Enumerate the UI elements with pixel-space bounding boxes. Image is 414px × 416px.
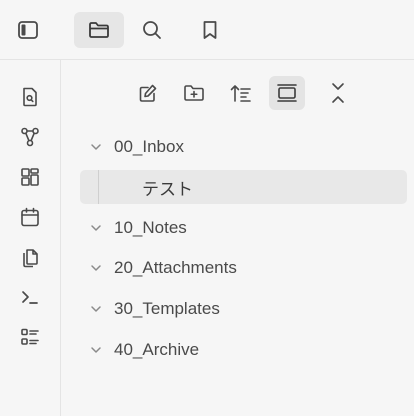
folder-label: 30_Templates [114, 299, 220, 318]
obsidian-sidebar: 00_Inbox テスト 10_Notes 20_Attachments 30_… [0, 0, 414, 416]
search-icon [141, 19, 163, 41]
sidebar-toggle-icon [17, 20, 39, 40]
tab-search[interactable] [132, 12, 172, 48]
folder-icon [87, 20, 111, 40]
daily-note-button[interactable] [10, 199, 50, 235]
tab-bookmarks[interactable] [190, 12, 230, 48]
file-item[interactable]: テスト [80, 170, 407, 204]
chevron-down-icon [88, 342, 104, 358]
outline-button[interactable] [10, 319, 50, 355]
templates-copy-icon [19, 246, 41, 268]
file-explorer: 00_Inbox テスト 10_Notes 20_Attachments 30_… [61, 60, 414, 416]
folder-item[interactable]: 30_Templates [80, 292, 220, 326]
folder-item[interactable]: 20_Attachments [80, 251, 237, 285]
canvas-icon [19, 166, 41, 188]
folder-label: 00_Inbox [114, 137, 184, 156]
folder-label: 10_Notes [114, 218, 187, 237]
indent-guide [98, 170, 99, 204]
outline-list-icon [19, 326, 41, 348]
open-quick-switcher-icon [20, 86, 40, 108]
bookmark-icon [200, 19, 220, 41]
auto-reveal-icon [275, 82, 299, 104]
chevron-down-icon [88, 220, 104, 236]
folder-item[interactable]: 10_Notes [80, 211, 187, 245]
sidebar-toggle-button[interactable] [8, 12, 48, 48]
quick-switcher-button[interactable] [10, 79, 50, 115]
new-note-icon [137, 82, 159, 104]
chevron-down-icon [88, 301, 104, 317]
sort-order-button[interactable] [223, 76, 259, 110]
collapse-all-icon [328, 81, 348, 105]
command-palette-icon [19, 286, 41, 308]
folder-label: 20_Attachments [114, 258, 237, 277]
tab-files[interactable] [74, 12, 124, 48]
sort-order-icon [229, 82, 253, 104]
canvas-button[interactable] [10, 159, 50, 195]
new-note-button[interactable] [130, 76, 166, 110]
auto-reveal-button[interactable] [269, 76, 305, 110]
chevron-down-icon [88, 139, 104, 155]
sidebar-tab-bar [0, 0, 414, 60]
command-palette-button[interactable] [10, 279, 50, 315]
folder-item[interactable]: 40_Archive [80, 333, 199, 367]
graph-view-button[interactable] [10, 119, 50, 155]
templates-button[interactable] [10, 239, 50, 275]
new-folder-icon [182, 83, 206, 103]
graph-view-icon [19, 126, 41, 148]
left-ribbon [0, 60, 61, 416]
new-folder-button[interactable] [176, 76, 212, 110]
chevron-down-icon [88, 260, 104, 276]
collapse-all-button[interactable] [320, 76, 356, 110]
folder-label: 40_Archive [114, 340, 200, 359]
daily-note-calendar-icon [19, 206, 41, 228]
folder-item[interactable]: 00_Inbox [80, 130, 184, 164]
file-label: テスト [142, 179, 193, 200]
